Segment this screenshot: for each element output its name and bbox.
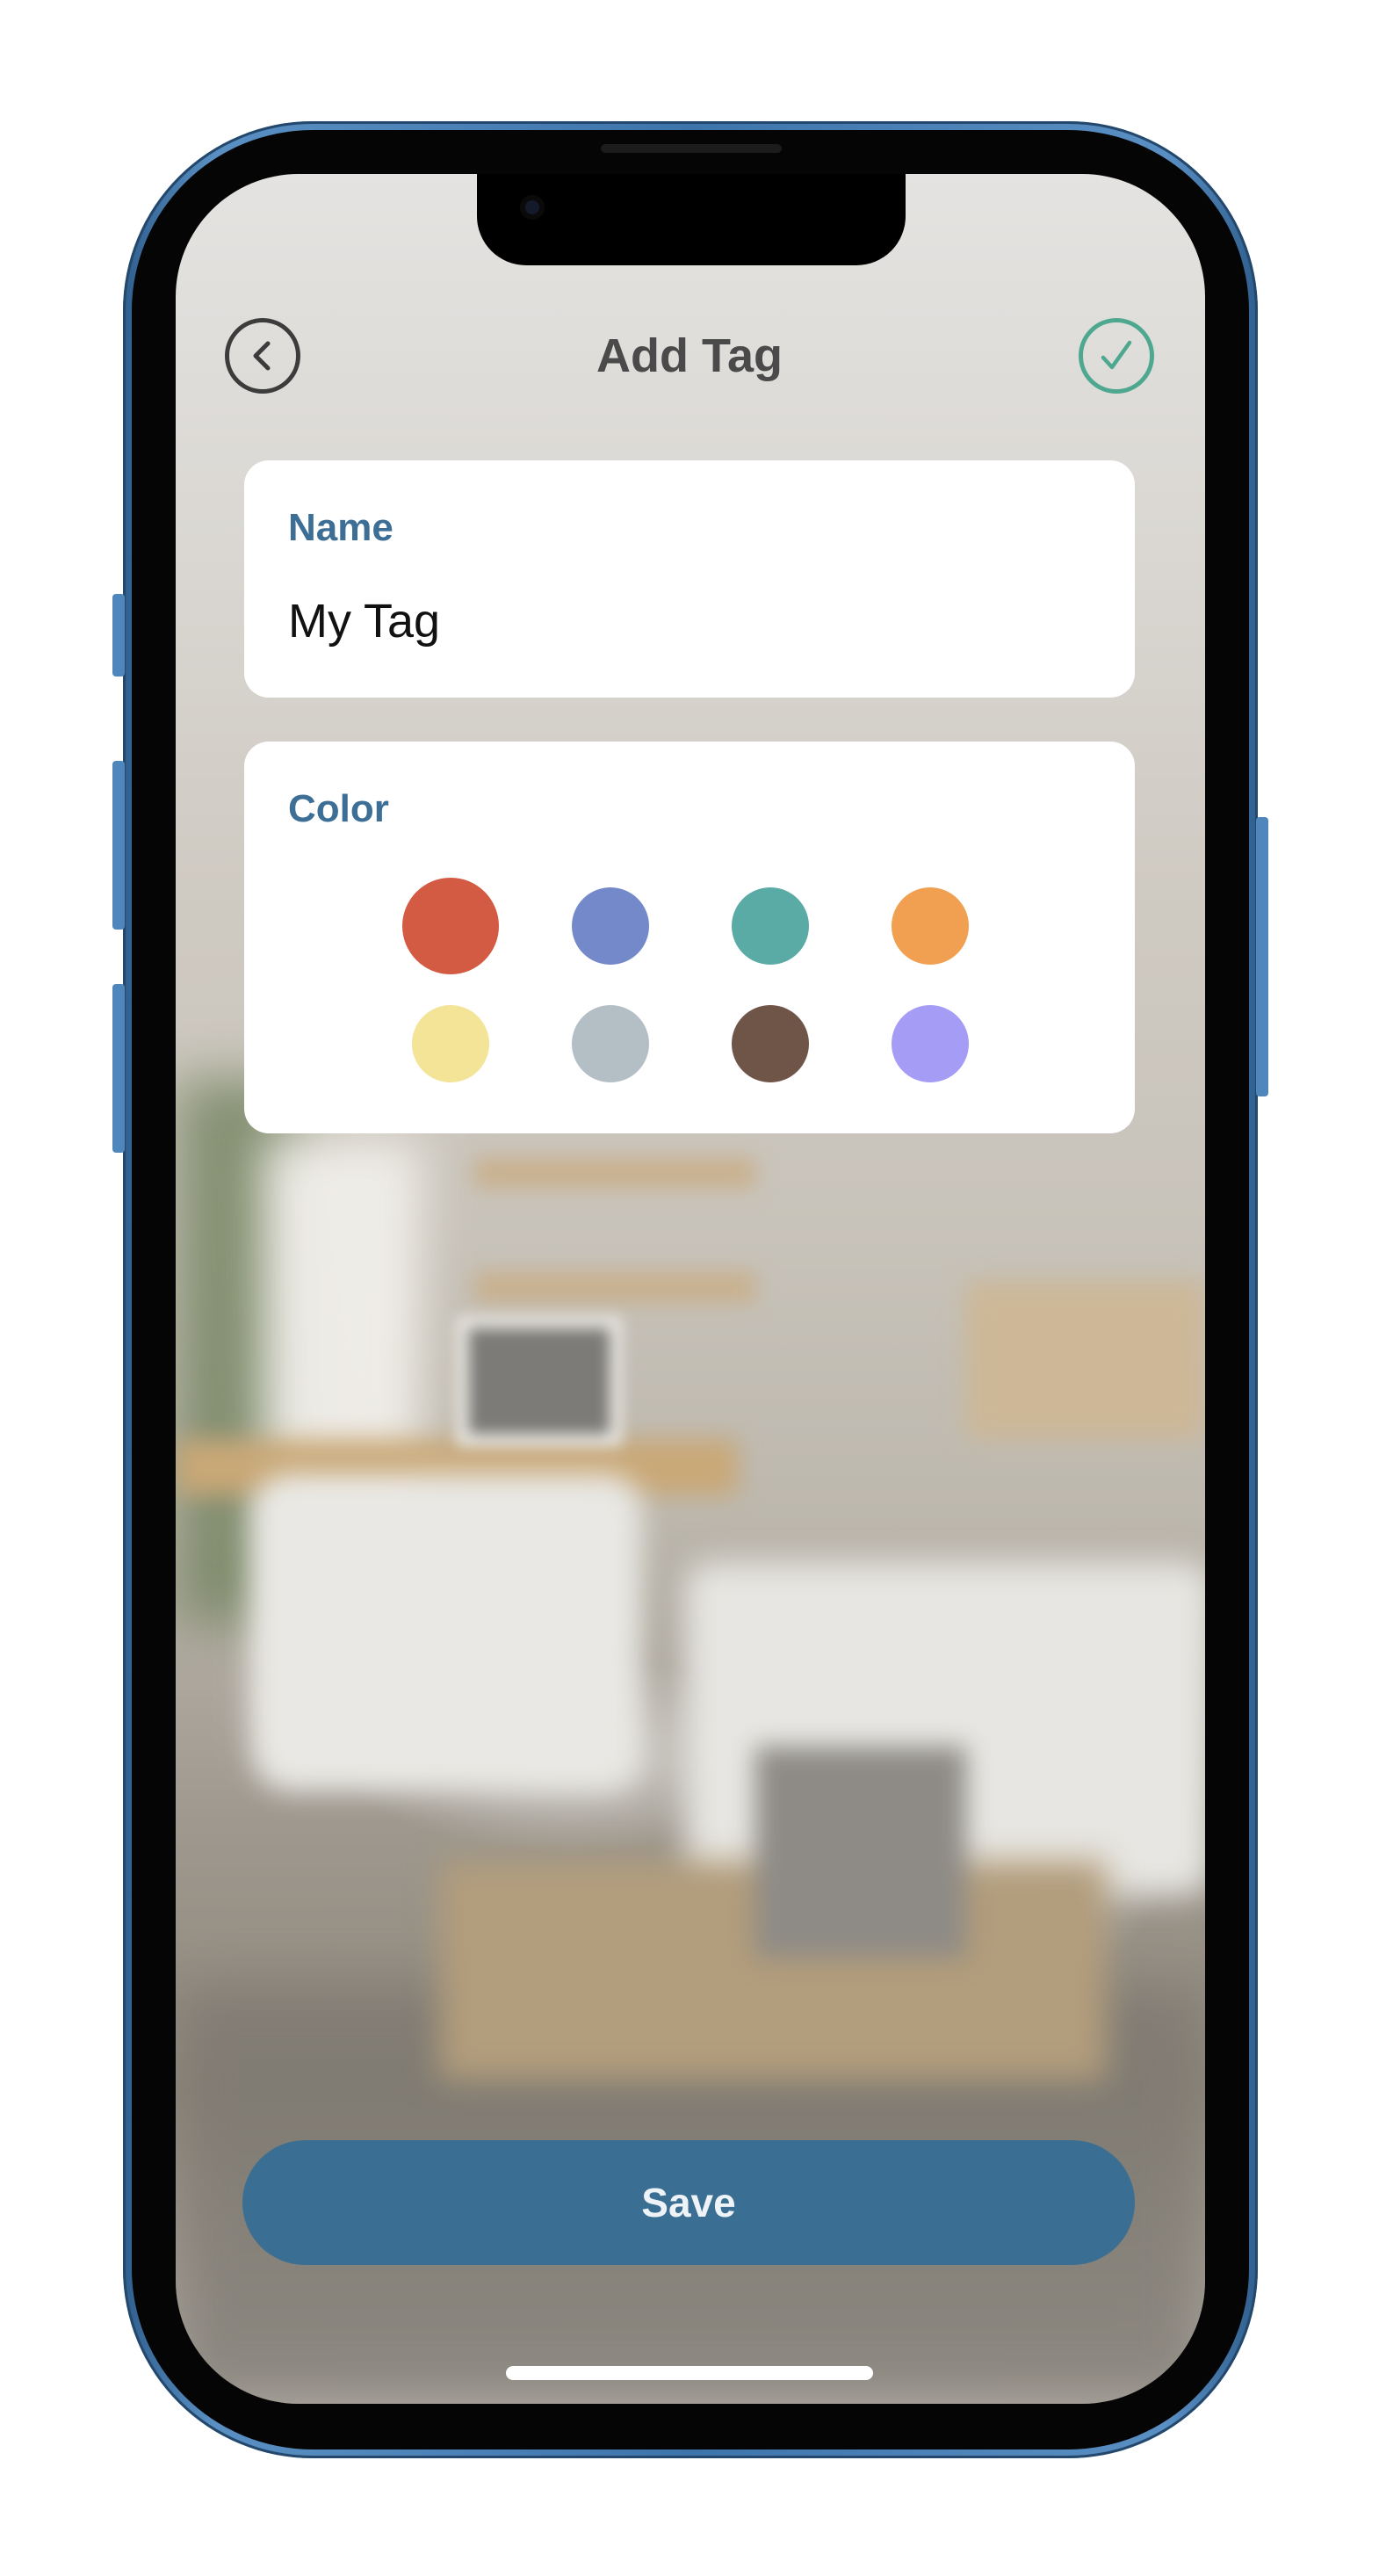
- tag-name-input[interactable]: My Tag: [288, 590, 1079, 652]
- background-vases: [755, 1747, 966, 1957]
- color-swatch[interactable]: [892, 887, 969, 965]
- page-title: Add Tag: [596, 329, 783, 382]
- color-swatch[interactable]: [892, 1005, 969, 1082]
- power-button: [1256, 817, 1268, 1096]
- name-label: Name: [288, 506, 393, 549]
- name-card: Name My Tag: [244, 460, 1135, 698]
- chevron-left-icon: [253, 341, 271, 371]
- save-button[interactable]: Save: [242, 2140, 1135, 2265]
- confirm-button[interactable]: [1079, 318, 1154, 394]
- checkmark-icon: [1101, 340, 1132, 370]
- color-swatch[interactable]: [572, 887, 649, 965]
- volume-up-button: [112, 761, 125, 930]
- color-swatch-grid: [244, 742, 1135, 1133]
- background-shelf: [474, 1272, 755, 1302]
- home-indicator: [506, 2366, 873, 2380]
- background-shelf: [474, 1158, 755, 1188]
- background-wall-shelf: [966, 1281, 1205, 1439]
- back-button[interactable]: [225, 318, 300, 394]
- color-card: Color: [244, 742, 1135, 1133]
- volume-down-button: [112, 984, 125, 1153]
- color-swatch[interactable]: [572, 1005, 649, 1082]
- color-swatch[interactable]: [732, 887, 809, 965]
- notch: [477, 174, 906, 265]
- earpiece-speaker: [601, 144, 782, 153]
- silent-switch: [112, 594, 125, 677]
- color-swatch[interactable]: [402, 878, 499, 974]
- color-swatch[interactable]: [412, 1005, 489, 1082]
- front-camera: [520, 195, 545, 220]
- color-swatch[interactable]: [732, 1005, 809, 1082]
- background-chair: [255, 1474, 641, 1791]
- background-monitor: [457, 1316, 622, 1446]
